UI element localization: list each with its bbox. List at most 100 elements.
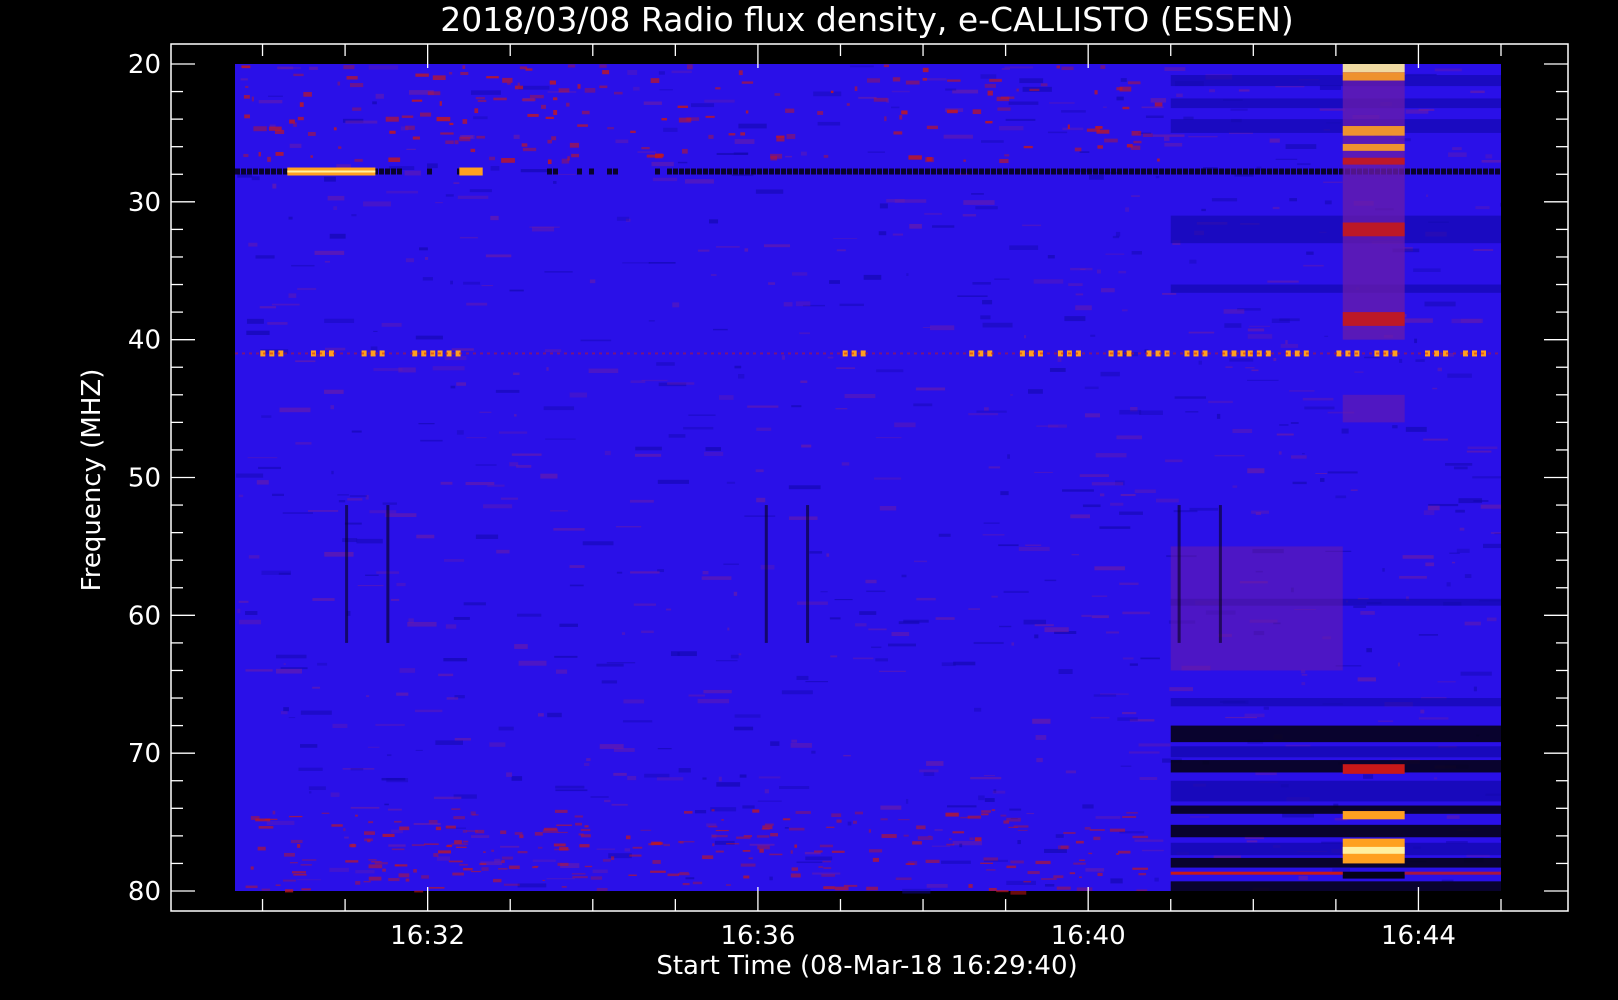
noise-streak — [1447, 373, 1472, 378]
noise-streak — [1131, 251, 1143, 255]
interference-dot — [900, 352, 903, 355]
interference-dot — [1355, 352, 1358, 355]
noise-streak — [994, 278, 1010, 280]
noise-streak — [1225, 366, 1233, 368]
noise-speckle — [388, 878, 400, 882]
interference-dot — [1033, 352, 1036, 355]
noise-speckle — [726, 842, 740, 845]
noise-speckle — [283, 879, 296, 882]
noise-streak — [1169, 687, 1194, 692]
noise-speckle — [949, 838, 952, 840]
noise-streak — [988, 466, 1001, 469]
noise-streak — [915, 387, 946, 391]
noise-streak — [863, 274, 882, 280]
noise-streak — [258, 100, 283, 104]
bright-segment — [287, 170, 376, 173]
noise-streak — [368, 65, 399, 70]
interference-dot — [928, 352, 931, 355]
noise-streak — [902, 888, 931, 894]
noise-speckle — [770, 153, 783, 159]
noise-streak — [1425, 562, 1435, 567]
interference-dash — [1057, 168, 1062, 175]
noise-streak — [1350, 489, 1358, 491]
noise-streak — [704, 451, 724, 456]
noise-streak — [1100, 371, 1120, 377]
noise-streak — [886, 198, 905, 203]
noise-streak — [922, 326, 931, 329]
noise-speckle — [355, 814, 358, 817]
noise-streak — [1110, 502, 1124, 506]
noise-streak — [971, 193, 984, 195]
noise-streak — [544, 349, 562, 353]
noise-streak — [1282, 813, 1314, 818]
noise-speckle — [471, 870, 482, 873]
noise-streak — [629, 499, 654, 503]
noise-speckle — [702, 855, 714, 860]
noise-streak — [443, 658, 468, 662]
noise-streak — [366, 695, 370, 698]
interference-dot — [921, 352, 924, 355]
noise-streak — [1399, 358, 1403, 363]
noise-speckle — [584, 825, 589, 828]
noise-streak — [266, 820, 295, 826]
noise-streak — [627, 775, 637, 781]
noise-speckle — [969, 837, 974, 841]
noise-streak — [295, 442, 312, 445]
interference-dash — [589, 168, 594, 175]
noise-streak — [582, 541, 614, 546]
noise-streak — [580, 339, 612, 342]
noise-speckle — [368, 876, 382, 881]
noise-streak — [454, 737, 471, 741]
interference-dot — [1362, 352, 1365, 355]
noise-streak — [1452, 147, 1462, 151]
interference-dot — [1173, 352, 1176, 355]
noise-streak — [934, 828, 943, 832]
noise-streak — [769, 876, 773, 881]
noise-streak — [1125, 207, 1130, 212]
noise-streak — [1094, 566, 1125, 571]
interference-dash — [1483, 168, 1488, 175]
noise-speckle — [898, 819, 910, 821]
interference-dot — [606, 352, 609, 355]
noise-speckle — [757, 845, 770, 850]
interference-dot — [1292, 352, 1295, 355]
noise-speckle — [250, 816, 260, 820]
noise-streak — [887, 643, 917, 647]
noise-streak — [841, 462, 850, 466]
noise-streak — [847, 821, 852, 826]
noise-streak — [1464, 574, 1472, 579]
noise-speckle — [405, 878, 410, 882]
interference-dot — [662, 352, 665, 355]
noise-streak — [764, 789, 769, 794]
noise-streak — [975, 206, 998, 210]
noise-streak — [633, 86, 640, 91]
interference-dash — [1069, 168, 1074, 175]
noise-speckle — [517, 851, 528, 854]
noise-speckle — [401, 115, 414, 118]
noise-streak — [1269, 138, 1280, 143]
noise-speckle — [534, 832, 543, 836]
noise-speckle — [596, 887, 608, 891]
interference-dash — [1153, 168, 1158, 175]
noise-streak — [1437, 367, 1442, 372]
dark-band — [1170, 725, 1501, 743]
interference-dash — [1429, 168, 1434, 175]
noise-speckle — [1109, 828, 1126, 832]
noise-streak — [1273, 357, 1277, 362]
noise-speckle — [532, 866, 538, 869]
interference-dot — [907, 352, 910, 355]
noise-streak — [1427, 505, 1440, 511]
noise-streak — [1185, 411, 1199, 413]
noise-speckle — [947, 79, 961, 82]
interference-dot — [340, 352, 343, 355]
interference-dot — [1040, 352, 1043, 355]
noise-speckle — [436, 116, 451, 122]
noise-speckle — [463, 867, 473, 871]
noise-speckle — [1035, 860, 1051, 865]
noise-streak — [849, 65, 874, 68]
noise-streak — [1275, 86, 1305, 88]
noise-streak — [859, 611, 877, 615]
burst-column — [1342, 764, 1405, 774]
interference-dot — [1145, 352, 1148, 355]
dark-band — [1170, 760, 1501, 773]
